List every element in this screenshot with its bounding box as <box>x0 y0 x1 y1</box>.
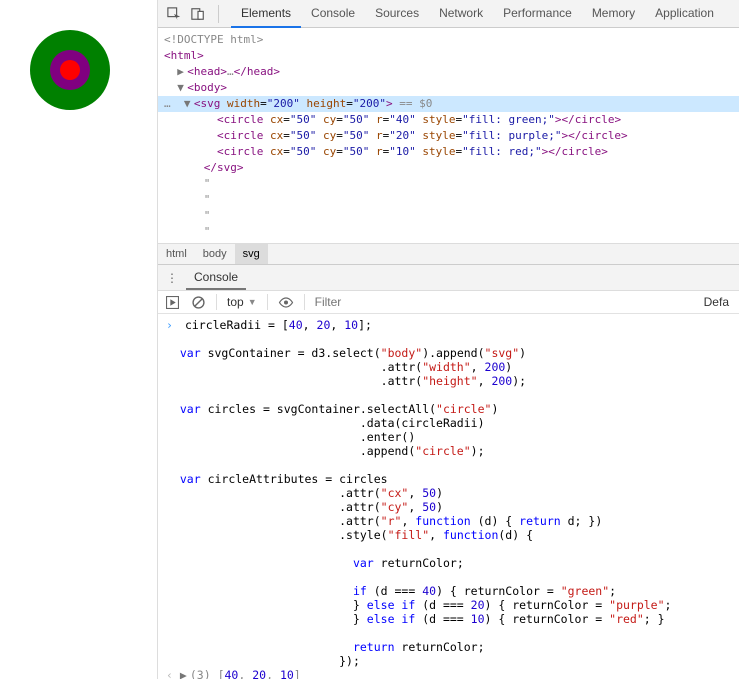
expand-arrow-icon[interactable]: ▶ <box>180 668 190 679</box>
doctype: <!DOCTYPE html> <box>158 32 739 48</box>
text-node: " <box>158 208 739 224</box>
console-toolbar: top ▼ Defa <box>158 291 739 314</box>
code-line: }); <box>166 654 739 668</box>
chevron-down-icon: ▼ <box>248 297 257 307</box>
body-open[interactable]: ▼<body> <box>158 80 739 96</box>
collapse-arrow-icon[interactable]: ▼ <box>184 96 194 112</box>
console-drawer-bar: ⋮ Console <box>158 265 739 291</box>
code-line: .data(circleRadii) <box>166 416 739 430</box>
code-line: .attr("width", 200) <box>166 360 739 374</box>
circle-node[interactable]: <circle cx="50" cy="50" r="20" style="fi… <box>158 128 739 144</box>
code-line: .style("fill", function(d) { <box>166 528 739 542</box>
code-line: var returnColor; <box>166 556 739 570</box>
head-node[interactable]: ▶<head>…</head> <box>158 64 739 80</box>
code-line: var circleAttributes = circles <box>166 472 739 486</box>
kebab-icon[interactable]: ⋮ <box>158 271 186 285</box>
breadcrumbs: html body svg <box>158 243 739 265</box>
text-node: " <box>158 192 739 208</box>
crumb-html[interactable]: html <box>158 244 195 264</box>
code-line <box>166 542 739 556</box>
tab-network[interactable]: Network <box>429 0 493 28</box>
dom-tree[interactable]: <!DOCTYPE html> <html> ▶<head>…</head> ▼… <box>158 28 739 243</box>
tab-performance[interactable]: Performance <box>493 0 582 28</box>
devtools-tabs: Elements Console Sources Network Perform… <box>231 0 724 28</box>
code-line: .enter() <box>166 430 739 444</box>
context-select[interactable]: top ▼ <box>227 295 257 309</box>
chevron-right-icon: › <box>166 318 178 332</box>
separator <box>304 294 305 310</box>
tab-sources[interactable]: Sources <box>365 0 429 28</box>
separator <box>267 294 268 310</box>
crumb-svg[interactable]: svg <box>235 244 268 264</box>
code-line <box>166 626 739 640</box>
console-drawer-tab[interactable]: Console <box>186 266 246 290</box>
tab-elements[interactable]: Elements <box>231 0 301 28</box>
text-node: " <box>158 224 739 240</box>
code-line <box>166 570 739 584</box>
svg-node[interactable]: … ▼<svg width="200" height="200"> == $0 <box>158 96 739 112</box>
collapse-arrow-icon[interactable]: ▼ <box>177 80 187 96</box>
inspect-icon[interactable] <box>166 6 182 22</box>
text-node: " <box>158 176 739 192</box>
code-line: var circles = svgContainer.selectAll("ci… <box>166 402 739 416</box>
circle-red <box>60 60 80 80</box>
code-line: return returnColor; <box>166 640 739 654</box>
separator <box>218 5 219 23</box>
code-line: var svgContainer = d3.select("body").app… <box>166 346 739 360</box>
code-line <box>166 388 739 402</box>
code-line: .attr("r", function (d) { return d; }) <box>166 514 739 528</box>
play-icon[interactable] <box>164 294 180 310</box>
tab-application[interactable]: Application <box>645 0 724 28</box>
filter-input[interactable] <box>315 295 694 309</box>
code-line: if (d === 40) { returnColor = "green"; <box>166 584 739 598</box>
expand-arrow-icon[interactable]: ▶ <box>177 64 187 80</box>
device-icon[interactable] <box>190 6 206 22</box>
tab-memory[interactable]: Memory <box>582 0 645 28</box>
tab-console[interactable]: Console <box>301 0 365 28</box>
circle-node[interactable]: <circle cx="50" cy="50" r="40" style="fi… <box>158 112 739 128</box>
result-arrow-icon: ‹ <box>166 668 173 679</box>
code-line: } else if (d === 20) { returnColor = "pu… <box>166 598 739 612</box>
devtools: Elements Console Sources Network Perform… <box>157 0 739 679</box>
page-preview <box>0 0 157 679</box>
code-line <box>166 458 739 472</box>
clear-icon[interactable] <box>190 294 206 310</box>
separator <box>216 294 217 310</box>
html-open[interactable]: <html> <box>158 48 739 64</box>
eye-icon[interactable] <box>278 294 294 310</box>
code-line: } else if (d === 10) { returnColor = "re… <box>166 612 739 626</box>
code-line: .attr("height", 200); <box>166 374 739 388</box>
result-line[interactable]: ‹ ▶(3) [40, 20, 10] <box>166 668 739 679</box>
code-line: .attr("cx", 50) <box>166 486 739 500</box>
svg-circles <box>20 20 120 120</box>
default-levels[interactable]: Defa <box>704 295 733 309</box>
code-line: .append("circle"); <box>166 444 739 458</box>
code-line: .attr("cy", 50) <box>166 500 739 514</box>
code-line: › circleRadii = [40, 20, 10]; <box>166 318 739 332</box>
code-line <box>166 332 739 346</box>
console-output[interactable]: › circleRadii = [40, 20, 10]; var svgCon… <box>158 314 739 679</box>
devtools-toolbar: Elements Console Sources Network Perform… <box>158 0 739 28</box>
circle-node[interactable]: <circle cx="50" cy="50" r="10" style="fi… <box>158 144 739 160</box>
crumb-body[interactable]: body <box>195 244 235 264</box>
svg-close[interactable]: </svg> <box>158 160 739 176</box>
